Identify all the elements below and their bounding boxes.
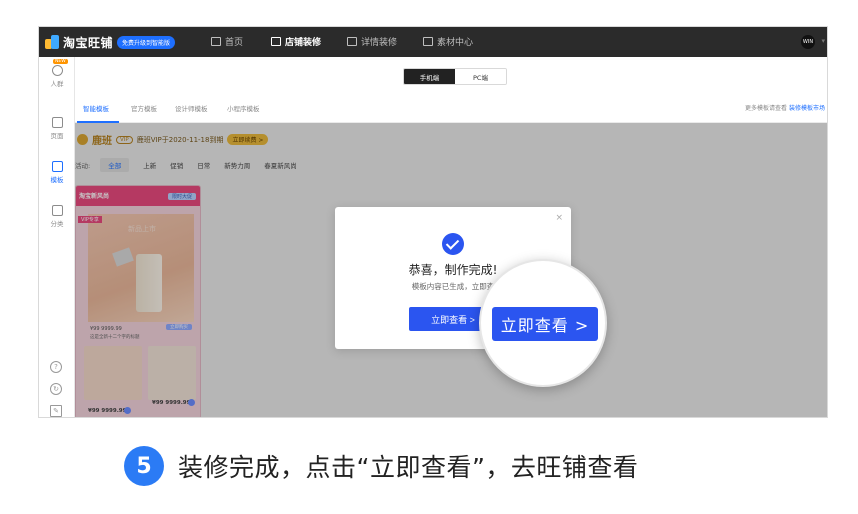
main-content: 手机端 PC端 智能模板 官方模板 设计师模板 小程序模板 更多模板请查看 装修… — [75, 57, 827, 417]
document-icon — [347, 37, 357, 46]
sidebar-item-label: 人群 — [50, 80, 64, 88]
app-window: 淘宝旺铺 免费升级到智能版 首页 店铺装修 详情装修 素材中心 WIN ▾ NE… — [38, 26, 828, 418]
brand-logo[interactable]: 淘宝旺铺 免费升级到智能版 — [45, 33, 176, 51]
tab-smart-templates[interactable]: 智能模板 — [83, 103, 109, 113]
upgrade-badge[interactable]: 免费升级到智能版 — [117, 35, 176, 49]
step-instruction: 装修完成，点击“立即查看”，去旺铺查看 — [178, 453, 639, 482]
page-icon — [51, 117, 63, 128]
edit-icon[interactable]: ✎ — [50, 405, 62, 417]
device-pc-button[interactable]: PC端 — [455, 69, 506, 84]
help-icon[interactable]: ? — [50, 361, 62, 373]
sidebar-item-pages[interactable]: 页面 — [39, 117, 75, 140]
nav-shop-decoration[interactable]: 店铺装修 — [271, 35, 321, 48]
zoom-magnifier: 立即查看 > — [479, 259, 607, 387]
tab-miniprogram-templates[interactable]: 小程序模板 — [227, 103, 260, 113]
taobao-logo-icon — [45, 35, 59, 49]
new-badge: NEW — [53, 59, 68, 64]
folder-icon — [423, 37, 433, 46]
template-tabs: 智能模板 官方模板 设计师模板 小程序模板 更多模板请查看 装修模板市场 — [75, 97, 827, 123]
chevron-down-icon[interactable]: ▾ — [821, 37, 825, 45]
check-circle-icon — [442, 233, 464, 255]
refresh-icon[interactable]: ↻ — [50, 383, 62, 395]
sidebar-item-label: 分类 — [50, 220, 64, 228]
bag-icon — [51, 205, 63, 216]
close-icon[interactable]: × — [555, 213, 563, 223]
template-market-link[interactable]: 更多模板请查看 装修模板市场 — [745, 103, 825, 112]
step-number-badge: 5 — [124, 446, 164, 486]
sidebar: NEW 人群 页面 模板 分类 ? ↻ ✎ — [39, 57, 75, 417]
sidebar-item-label: 页面 — [50, 132, 64, 140]
tab-designer-templates[interactable]: 设计师模板 — [175, 103, 208, 113]
home-icon — [211, 37, 221, 46]
brand-name: 淘宝旺铺 — [63, 35, 114, 50]
device-mobile-button[interactable]: 手机端 — [404, 69, 455, 84]
step-caption: 5 装修完成，点击“立即查看”，去旺铺查看 — [124, 446, 638, 486]
user-icon — [51, 65, 63, 76]
nav-material-center[interactable]: 素材中心 — [423, 35, 473, 48]
avatar[interactable]: WIN — [801, 35, 815, 49]
nav-shop-decoration-label: 店铺装修 — [285, 38, 322, 48]
sidebar-item-label: 模板 — [50, 176, 64, 184]
more-link-text[interactable]: 装修模板市场 — [789, 105, 825, 112]
nav-home[interactable]: 首页 — [211, 35, 243, 48]
nav-home-label: 首页 — [225, 38, 244, 48]
device-toggle: 手机端 PC端 — [403, 68, 507, 85]
shop-icon — [271, 37, 281, 46]
nav-detail-decoration[interactable]: 详情装修 — [347, 35, 397, 48]
more-link-prefix: 更多模板请查看 — [745, 105, 788, 112]
nav-detail-decoration-label: 详情装修 — [361, 38, 398, 48]
template-icon — [51, 161, 63, 172]
view-now-button-zoomed[interactable]: 立即查看 > — [492, 307, 598, 341]
top-bar: 淘宝旺铺 免费升级到智能版 首页 店铺装修 详情装修 素材中心 WIN ▾ — [39, 27, 827, 57]
sidebar-item-templates[interactable]: 模板 — [39, 161, 75, 184]
nav-material-center-label: 素材中心 — [437, 38, 474, 48]
sidebar-item-categories[interactable]: 分类 — [39, 205, 75, 228]
tab-official-templates[interactable]: 官方模板 — [131, 103, 157, 113]
sidebar-item-audience[interactable]: NEW 人群 — [39, 59, 75, 88]
